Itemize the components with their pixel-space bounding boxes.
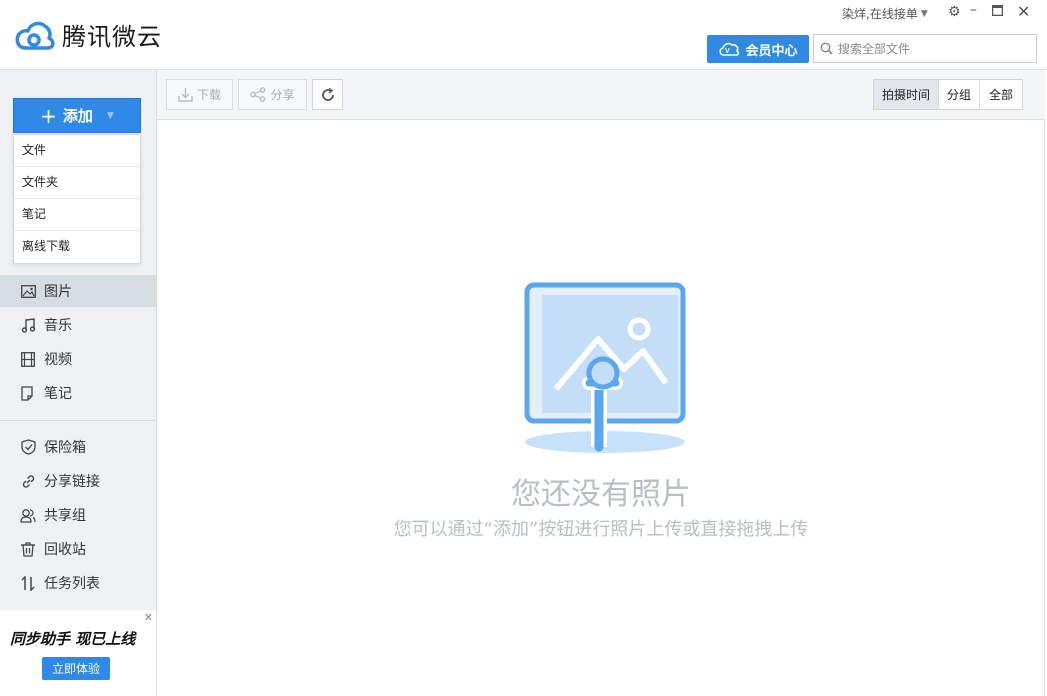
sidebar-item-label: 共享组 xyxy=(44,508,86,524)
vip-center-label: 会员中心 xyxy=(745,43,798,59)
refresh-button[interactable] xyxy=(312,79,343,110)
sidebar-item-label: 图片 xyxy=(44,284,72,300)
sidebar-item-label: 分享链接 xyxy=(44,474,100,490)
sidebar-item-safe-box[interactable]: 保险箱 xyxy=(0,431,156,463)
sidebar-item-share-links[interactable]: 分享链接 xyxy=(0,465,156,497)
sidebar-item-label: 视频 xyxy=(44,352,72,368)
vip-cloud-icon: V xyxy=(719,42,740,56)
promo-title: 同步助手 现已上线 xyxy=(10,630,136,648)
add-button[interactable]: + 添加 ▼ xyxy=(13,98,141,133)
maximize-icon[interactable] xyxy=(991,4,1004,20)
download-label: 下载 xyxy=(196,88,221,102)
download-button[interactable]: 下载 xyxy=(166,79,233,110)
app-logo: 腾讯微云 xyxy=(14,17,162,52)
note-icon xyxy=(20,385,36,401)
cloud-logo-icon xyxy=(15,21,55,50)
close-icon[interactable]: ✕ xyxy=(144,611,153,624)
sidebar-item-video[interactable]: 视频 xyxy=(0,343,156,375)
trash-icon xyxy=(20,541,36,557)
link-icon xyxy=(20,473,36,489)
video-icon xyxy=(20,351,36,367)
view-by-capture-time[interactable]: 拍摄时间 xyxy=(874,80,940,109)
plus-icon: + xyxy=(40,103,57,128)
sidebar-item-shared-groups[interactable]: 共享组 xyxy=(0,499,156,531)
share-button[interactable]: 分享 xyxy=(238,79,307,110)
sidebar-item-images[interactable]: 图片 xyxy=(0,275,156,307)
search-icon xyxy=(820,42,833,55)
photo-content-area: 您还没有照片 您可以通过“添加”按钮进行照片上传或直接拖拽上传 xyxy=(157,121,1045,696)
account-menu[interactable]: 染烊,在线接单 ▼ xyxy=(842,5,928,22)
sidebar-item-recycle-bin[interactable]: 回收站 xyxy=(0,533,156,565)
add-menu-offline-download[interactable]: 离线下载 xyxy=(14,231,140,263)
view-by-group[interactable]: 分组 xyxy=(939,80,981,109)
refresh-icon xyxy=(321,87,334,101)
vip-center-button[interactable]: V 会员中心 xyxy=(707,35,809,63)
download-icon xyxy=(178,88,193,102)
empty-state-subtitle: 您可以通过“添加”按钮进行照片上传或直接拖拽上传 xyxy=(393,519,809,540)
settings-gear-icon[interactable]: ⚙ xyxy=(948,4,961,20)
add-dropdown-menu: 文件 文件夹 笔记 离线下载 xyxy=(13,134,141,264)
shield-icon xyxy=(20,439,36,455)
app-header: 腾讯微云 染烊,在线接单 ▼ ⚙ – ✕ V 会员中心 xyxy=(0,0,1047,70)
chevron-down-icon: ▼ xyxy=(920,8,928,19)
share-icon xyxy=(250,87,266,102)
sidebar-item-label: 保险箱 xyxy=(44,440,86,456)
sidebar-item-label: 任务列表 xyxy=(44,576,100,592)
main-toolbar: 下载 分享 拍摄时间 分组 全部 xyxy=(157,70,1045,120)
try-now-button[interactable]: 立即体验 xyxy=(42,657,110,680)
sidebar-item-notes[interactable]: 笔记 xyxy=(0,377,156,409)
music-icon xyxy=(20,317,36,333)
add-menu-file[interactable]: 文件 xyxy=(14,135,140,167)
view-mode-switcher: 拍摄时间 分组 全部 xyxy=(873,79,1024,110)
sidebar-divider xyxy=(0,420,156,421)
empty-photos-illustration xyxy=(524,282,686,453)
sidebar-item-label: 音乐 xyxy=(44,318,72,334)
close-icon[interactable]: ✕ xyxy=(1017,2,1030,21)
sidebar-item-label: 回收站 xyxy=(44,542,86,558)
sidebar-item-label: 笔记 xyxy=(44,386,72,402)
sidebar-item-music[interactable]: 音乐 xyxy=(0,309,156,341)
search-box[interactable] xyxy=(813,34,1037,63)
app-title: 腾讯微云 xyxy=(62,23,162,51)
image-icon xyxy=(20,283,36,299)
empty-state-title: 您还没有照片 xyxy=(511,477,691,512)
caret-down-icon: ▼ xyxy=(106,110,114,121)
minimize-icon[interactable]: – xyxy=(970,2,977,18)
share-label: 分享 xyxy=(270,88,295,102)
svg-text:V: V xyxy=(725,48,730,55)
add-menu-folder[interactable]: 文件夹 xyxy=(14,167,140,199)
sidebar-item-task-list[interactable]: 任务列表 xyxy=(0,567,156,599)
sync-assistant-promo: ✕ 同步助手 现已上线 立即体验 xyxy=(0,610,156,696)
add-menu-note[interactable]: 笔记 xyxy=(14,199,140,231)
search-input[interactable] xyxy=(838,41,1028,56)
group-icon xyxy=(20,507,36,523)
add-button-label: 添加 xyxy=(62,107,93,125)
transfer-icon xyxy=(20,575,36,591)
view-all[interactable]: 全部 xyxy=(980,80,1022,109)
account-name: 染烊,在线接单 xyxy=(842,7,918,21)
sidebar: + 添加 ▼ 文件 文件夹 笔记 离线下载 图片 音乐 视频 笔记 保险箱 分享… xyxy=(0,70,157,696)
